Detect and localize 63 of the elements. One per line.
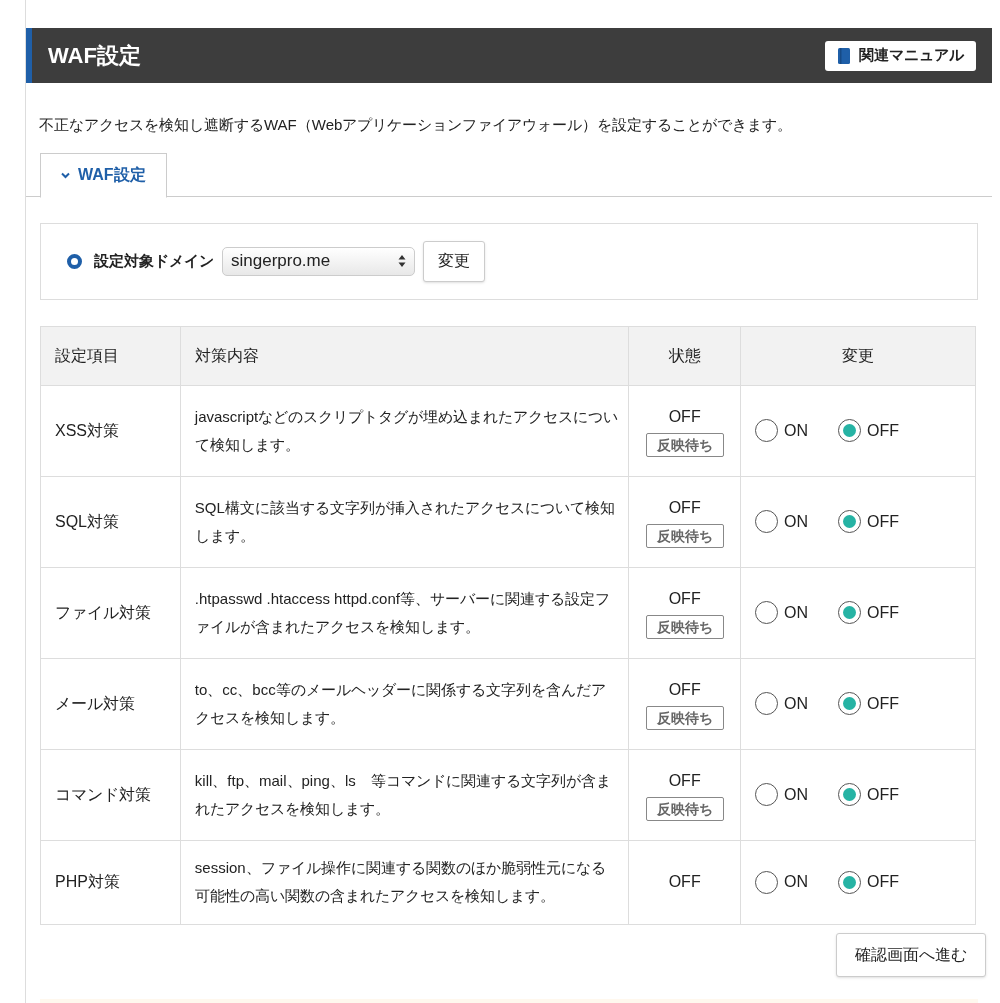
radio-label[interactable]: OFF [867,509,900,534]
table-cell: .htpasswd .htaccess httpd.conf等、サーバーに関連する設定ファイルが含まれたアクセスを検知します。 [180,567,629,658]
manual-button[interactable]: 関連マニュアル [825,40,976,71]
radio-button[interactable] [755,692,779,715]
table-cell: SQL構文に該当する文字列が挿入されたアクセスについて検知します。 [180,476,629,567]
confirm-button[interactable]: 確認画面へ進む [836,932,986,977]
tab[interactable]: WAF設定 [40,152,167,198]
table-cell: コマンド対策 [40,749,181,840]
radio-label[interactable]: ON [784,870,809,894]
radio-label[interactable]: OFF [867,418,900,443]
column-header: 対策内容 [180,326,629,385]
page-title: WAF設定 [48,42,141,70]
table-cell: PHP対策 [40,840,181,924]
radio-label[interactable]: OFF [867,600,900,625]
status-text: OFF [668,497,701,518]
table-cell: session、ファイル操作に関連する関数のほか脆弱性元になる可能性の高い関数の含まれたアクセスを検知します。 [180,840,629,924]
domain-label: 設定対象ドメイン [94,250,214,271]
status-text: OFF [668,872,701,892]
status-text: OFF [668,588,701,609]
pending-badge: 反映待ち [645,523,724,548]
radio-button[interactable] [838,510,862,533]
radio-button[interactable] [67,253,82,269]
select-arrows-icon [398,254,406,268]
table-cell: kill、ftp、mail、ping、ls 等コマンドに関連する文字列が含まれたアクセスを検知します。 [180,749,629,840]
radio-label[interactable]: ON [784,691,809,716]
radio-label[interactable]: ON [784,509,809,534]
radio-button[interactable] [755,419,779,442]
status-text: OFF [668,770,701,791]
radio-label[interactable]: OFF [867,691,900,716]
pending-badge: 反映待ち [645,705,724,730]
radio-label[interactable]: OFF [867,782,900,807]
radio-button[interactable] [838,692,862,715]
status-text: OFF [668,679,701,700]
column-header: 設定項目 [40,326,181,385]
change-button[interactable]: 変更 [423,240,485,282]
table-cell: メール対策 [40,658,181,749]
pending-badge: 反映待ち [645,796,724,821]
pending-badge: 反映待ち [645,614,724,639]
description-text: 不正なアクセスを検知し遮断するWAF（Webアプリケーションファイアウォール）を設定することができます。 [39,115,794,135]
radio-label[interactable]: ON [784,600,809,625]
column-header: 状態 [628,326,741,385]
table-cell: to、cc、bcc等のメールヘッダーに関係する文字列を含んだアクセスを検知します。 [180,658,629,749]
column-header: 変更 [740,326,976,385]
table-cell: ファイル対策 [40,567,181,658]
pending-badge: 反映待ち [645,432,724,457]
radio-button[interactable] [838,419,862,442]
domain-select[interactable]: singerpro.me [222,246,415,276]
status-text: OFF [668,406,701,427]
chevron-icon [61,171,70,179]
radio-button[interactable] [838,783,862,806]
radio-button[interactable] [755,783,779,806]
radio-button[interactable] [755,510,779,533]
radio-button[interactable] [838,601,862,624]
book-icon [837,46,851,65]
radio-label[interactable]: OFF [867,870,900,894]
radio-button[interactable] [755,601,779,624]
radio-label[interactable]: ON [784,782,809,807]
table-cell: SQL対策 [40,476,181,567]
table-cell: javascriptなどのスクリプトタグが埋め込まれたアクセスについて検知します。 [180,385,629,476]
table-cell: XSS対策 [40,385,181,476]
radio-button[interactable] [755,870,779,894]
radio-button[interactable] [838,870,862,894]
radio-label[interactable]: ON [784,418,809,443]
